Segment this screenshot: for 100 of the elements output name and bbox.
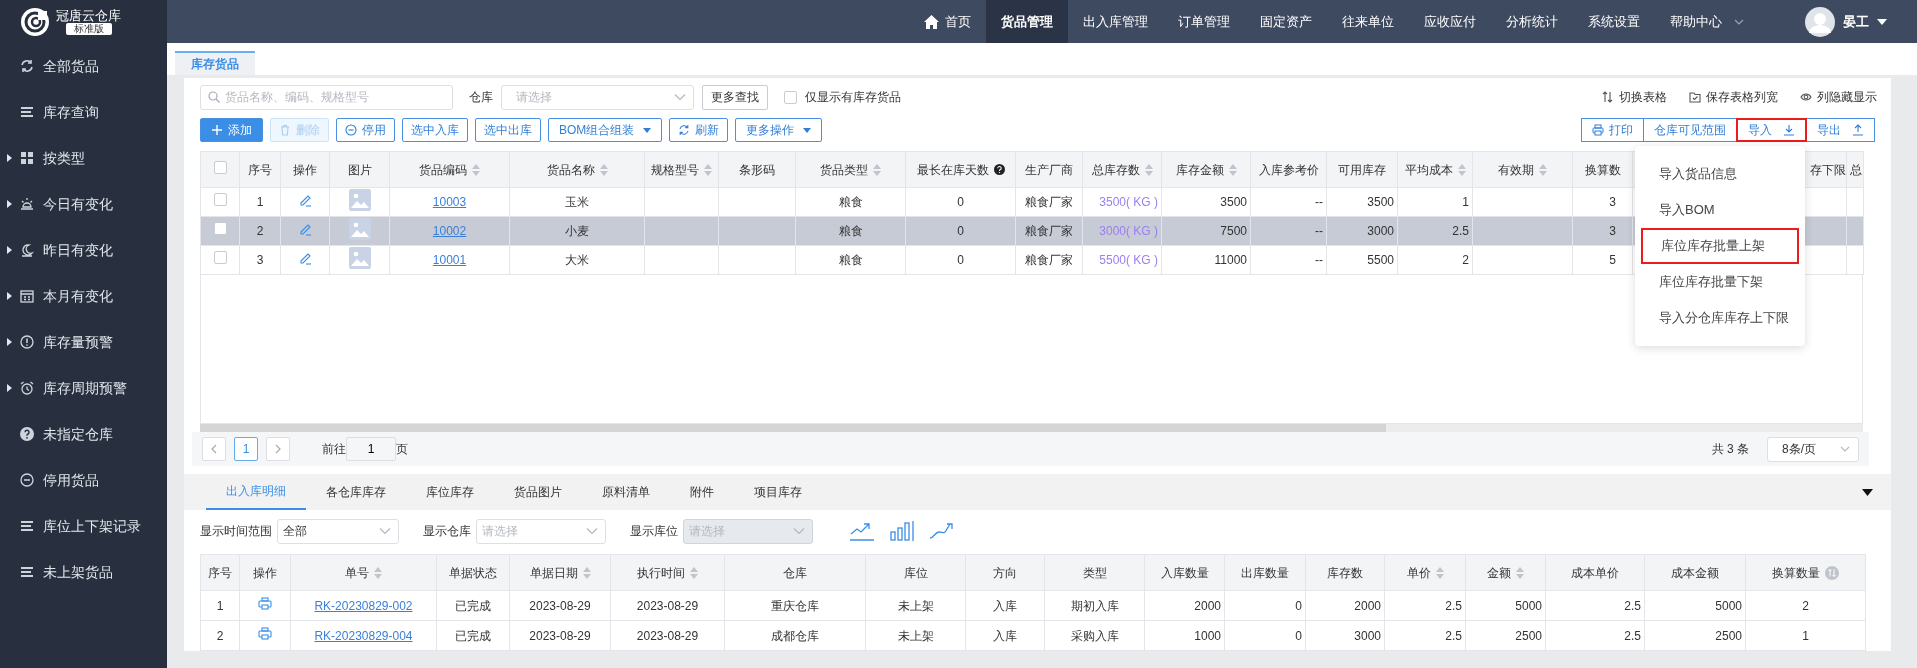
sidebar-item[interactable]: 昨日有变化 xyxy=(0,227,167,273)
sort-arrows-icon[interactable] xyxy=(873,163,881,176)
action-button[interactable]: 选中入库 xyxy=(402,118,468,142)
line-chart-icon[interactable] xyxy=(849,520,875,542)
more-search-button[interactable]: 更多查找 xyxy=(702,84,768,110)
nav-item[interactable]: 分析统计 xyxy=(1491,0,1573,43)
sort-arrows-icon[interactable] xyxy=(472,163,480,176)
sort-arrows-icon[interactable] xyxy=(1539,163,1547,176)
next-page-button[interactable] xyxy=(266,437,290,461)
sidebar-item[interactable]: 按类型 xyxy=(0,135,167,181)
select-all-checkbox[interactable] xyxy=(213,160,227,174)
sidebar-item[interactable]: 停用货品 xyxy=(0,457,167,503)
trash-icon xyxy=(279,124,291,136)
sidebar-item[interactable]: 库位上下架记录 xyxy=(0,503,167,549)
row-checkbox[interactable] xyxy=(213,193,227,206)
nav-item[interactable]: 系统设置 xyxy=(1573,0,1655,43)
goto-page-field[interactable]: 1 xyxy=(346,437,396,461)
sidebar-item[interactable]: 未指定仓库 xyxy=(0,411,167,457)
column-header[interactable]: 仓库 xyxy=(783,563,807,582)
sort-arrows-icon[interactable] xyxy=(582,566,591,579)
detail-tab[interactable]: 原料清单 xyxy=(582,474,670,510)
sort-arrows-icon[interactable] xyxy=(374,566,382,579)
expand-caret-icon xyxy=(7,338,12,346)
sidebar-item[interactable]: 今日有变化 xyxy=(0,181,167,227)
sidebar-item[interactable]: 库存量预警 xyxy=(0,319,167,365)
collapse-caret-icon[interactable] xyxy=(1862,488,1873,496)
menu-item[interactable]: 库位库存批量上架 xyxy=(1641,228,1799,264)
detail-tab[interactable]: 项目库存 xyxy=(734,474,822,510)
sort-arrows-icon[interactable] xyxy=(1457,163,1466,176)
sort-arrows-icon[interactable] xyxy=(1435,566,1444,579)
sidebar-item[interactable]: 库存查询 xyxy=(0,89,167,135)
action-button[interactable]: 刷新 xyxy=(669,118,729,142)
warehouse-select[interactable]: 请选择 xyxy=(501,84,694,110)
toolbar-button[interactable]: 仓库可见范围 xyxy=(1643,118,1737,142)
sort-arrows-icon[interactable] xyxy=(1516,566,1524,579)
nav-item[interactable]: 出入库管理 xyxy=(1068,0,1163,43)
row-checkbox[interactable] xyxy=(213,222,227,235)
previous-page-button[interactable] xyxy=(202,437,226,461)
image-placeholder-icon xyxy=(348,217,371,240)
row-checkbox[interactable] xyxy=(213,251,227,264)
column-header: 序号 xyxy=(248,162,272,177)
swap-circle-icon[interactable] xyxy=(1825,565,1839,580)
action-button[interactable]: 更多操作 xyxy=(735,118,823,142)
bar-chart-icon[interactable] xyxy=(889,520,915,542)
printer-icon[interactable] xyxy=(258,596,272,610)
sidebar-item[interactable]: 未上架货品 xyxy=(0,549,167,595)
table-cell: 5000 xyxy=(1515,598,1542,613)
download-icon xyxy=(1783,124,1795,136)
menu-item[interactable]: 导入BOM xyxy=(1641,192,1799,228)
item-code-link[interactable]: 10003 xyxy=(432,195,467,209)
column-header[interactable]: 类型 xyxy=(1082,563,1107,582)
item-code-link[interactable]: 10001 xyxy=(432,253,467,267)
stock-only-checkbox[interactable] xyxy=(784,90,797,104)
toolbar-link[interactable]: 列隐藏显示 xyxy=(1800,88,1877,106)
detail-tab[interactable]: 附件 xyxy=(670,474,734,510)
table-cell: 2 xyxy=(216,628,224,643)
chevron-down-icon xyxy=(674,93,686,101)
menu-item[interactable]: 导入分仓库库存上下限 xyxy=(1641,300,1799,336)
action-button[interactable]: 选中出库 xyxy=(475,118,541,142)
caret-down-icon xyxy=(1877,18,1887,25)
sidebar-item[interactable]: 全部货品 xyxy=(0,43,167,89)
nav-item[interactable]: 往来单位 xyxy=(1327,0,1409,43)
sidebar-item[interactable]: 库存周期预警 xyxy=(0,365,167,411)
toolbar-link[interactable]: 切换表格 xyxy=(1602,88,1667,106)
sort-arrows-icon[interactable] xyxy=(599,163,608,176)
page-number[interactable]: 1 xyxy=(234,437,258,461)
sort-arrows-icon[interactable] xyxy=(690,566,698,579)
toolbar-link[interactable]: 保存表格列宽 xyxy=(1689,88,1778,106)
toolbar-button[interactable]: 导出 xyxy=(1806,118,1875,142)
toolbar-button[interactable]: 导入 xyxy=(1736,118,1807,142)
horizontal-scrollbar[interactable] xyxy=(200,424,1863,432)
menu-item[interactable]: 导入货品信息 xyxy=(1641,156,1799,192)
page-size-select[interactable]: 8条/页 xyxy=(1767,436,1859,462)
toolbar-button[interactable]: 打印 xyxy=(1581,118,1644,142)
filter-select[interactable]: 请选择 xyxy=(476,518,606,544)
nav-item[interactable]: 固定资产 xyxy=(1245,0,1327,43)
column-header[interactable]: 库位 xyxy=(903,563,928,582)
sidebar-item[interactable]: 本月有变化 xyxy=(0,273,167,319)
nav-item[interactable]: 货品管理 xyxy=(986,0,1068,43)
column-header[interactable]: 单号 xyxy=(345,563,382,582)
table-cell: 玉米 xyxy=(565,195,589,209)
menu-item[interactable]: 库位库存批量下架 xyxy=(1641,264,1799,300)
nav-item[interactable]: 帮助中心 xyxy=(1655,0,1759,43)
nav-item[interactable]: 订单管理 xyxy=(1163,0,1245,43)
sort-arrows-icon[interactable] xyxy=(1144,163,1153,176)
action-button[interactable]: BOM组合组装 xyxy=(548,118,663,142)
filter-select[interactable]: 全部 xyxy=(277,518,399,544)
table-cell: 5500( KG ) xyxy=(1099,253,1158,267)
detail-tab[interactable]: 库位库存 xyxy=(406,474,494,510)
detail-tab[interactable]: 货品图片 xyxy=(494,474,582,510)
search-field[interactable]: 货品名称、编码、规格型号 xyxy=(200,84,453,110)
action-button[interactable]: 停用 xyxy=(336,118,395,142)
sort-arrows-icon[interactable] xyxy=(1228,163,1237,176)
printer-icon[interactable] xyxy=(258,626,272,640)
user-name[interactable]: 晏工 xyxy=(1843,11,1869,32)
detail-tab[interactable]: 各仓库库存 xyxy=(306,474,406,510)
sort-arrows-icon[interactable] xyxy=(704,163,712,176)
nav-item[interactable]: 应收应付 xyxy=(1409,0,1491,43)
column-header[interactable]: 方向 xyxy=(993,563,1017,582)
nav-item[interactable]: 首页 xyxy=(909,0,986,43)
